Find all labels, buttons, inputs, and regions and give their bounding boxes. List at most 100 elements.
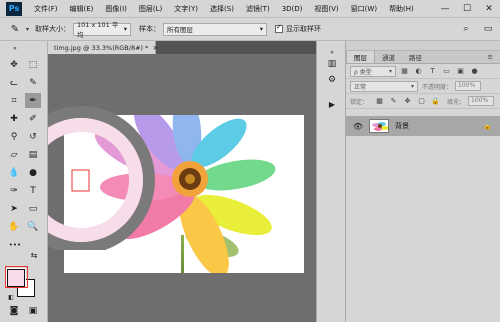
play-icon[interactable]: ▶ xyxy=(324,97,340,111)
more-tools-icon[interactable]: ••• xyxy=(7,237,23,252)
sample-size-value: 101 x 101 平均 xyxy=(77,21,119,39)
path-selection-tool-icon[interactable]: ➤ xyxy=(6,201,22,216)
photoshop-logo: Ps xyxy=(6,1,22,16)
menu-select[interactable]: 选择(S) xyxy=(204,4,240,14)
brush-tool-icon[interactable]: ✐ xyxy=(25,111,41,126)
toolbox: » ✥ ⬚ ᓚ ✎ ⌗ ✒ ✚ ✐ ⚲ ↺ ▱ ▤ 💧 ● ✑ T ➤ ▭ ✋ … xyxy=(0,41,48,322)
eyedropper-tool-icon[interactable]: ✒ xyxy=(25,93,41,108)
menu-file[interactable]: 文件(F) xyxy=(28,4,64,14)
lock-icon: 🔒 xyxy=(483,122,492,130)
layer-filter-value: ρ 类型 xyxy=(354,68,372,76)
window-controls: — ☐ ✕ xyxy=(434,0,500,18)
maximize-button[interactable]: ☐ xyxy=(456,0,478,18)
pen-tool-icon[interactable]: ✑ xyxy=(6,183,22,198)
toolbox-collapse-icon[interactable]: » xyxy=(7,45,23,52)
shape-filter-icon[interactable]: ▭ xyxy=(441,66,452,77)
screen-mode-icon[interactable]: ▣ xyxy=(25,303,41,318)
panel-menu-icon[interactable]: ≡ xyxy=(481,51,500,63)
gradient-tool-icon[interactable]: ▤ xyxy=(25,147,41,162)
menu-view[interactable]: 视图(V) xyxy=(308,4,344,14)
sample-label: 样本： xyxy=(139,25,161,33)
chevron-down-icon: ▾ xyxy=(123,25,128,33)
type-filter-icon[interactable]: T xyxy=(427,66,438,77)
move-tool-icon[interactable]: ✥ xyxy=(6,57,22,72)
blend-mode-value: 正常 xyxy=(354,83,367,91)
adjustment-filter-icon[interactable]: ◐ xyxy=(413,66,424,77)
zoom-tool-icon[interactable]: 🔍 xyxy=(25,219,41,234)
menu-help[interactable]: 帮助(H) xyxy=(383,4,420,14)
smart-object-filter-icon[interactable]: ▣ xyxy=(455,66,466,77)
lock-row: 锁定： ▦ ✎ ✥ ▢ 🔒 填充： 100% xyxy=(346,94,500,109)
pixel-filter-icon[interactable]: ▦ xyxy=(399,66,410,77)
chevron-down-icon: ▾ xyxy=(259,25,264,33)
lock-position-icon[interactable]: ✥ xyxy=(402,96,413,107)
type-tool-icon[interactable]: T xyxy=(25,183,41,198)
sampling-ring xyxy=(48,106,155,250)
sample-size-select[interactable]: 101 x 101 平均 ▾ xyxy=(73,21,132,39)
layer-thumbnail-image xyxy=(372,122,388,131)
chevron-down-icon: ▾ xyxy=(388,67,392,75)
panel-tabs: 图层 通道 路径 ≡ xyxy=(346,51,500,64)
blend-row: 正常 ▾ 不透明度： 100% xyxy=(346,79,500,94)
healing-brush-tool-icon[interactable]: ✚ xyxy=(6,111,22,126)
history-brush-tool-icon[interactable]: ↺ xyxy=(25,129,41,144)
menu-image[interactable]: 图像(I) xyxy=(99,4,133,14)
marquee-tool-icon[interactable]: ⬚ xyxy=(25,57,41,72)
clone-stamp-tool-icon[interactable]: ⚲ xyxy=(6,129,22,144)
menu-layer[interactable]: 图层(L) xyxy=(133,4,168,14)
menu-filter[interactable]: 滤镜(T) xyxy=(240,4,276,14)
layer-row-background[interactable]: 👁 背景 🔒 xyxy=(346,116,500,136)
dodge-tool-icon[interactable]: ● xyxy=(25,165,41,180)
lock-pixels-icon[interactable]: ✎ xyxy=(388,96,399,107)
chevron-down-icon[interactable]: ▾ xyxy=(26,26,29,33)
foreground-color-highlight xyxy=(5,266,28,288)
crop-tool-icon[interactable]: ⌗ xyxy=(6,93,22,108)
layers-panel: 图层 通道 路径 ≡ ρ 类型 ▾ ▦ ◐ T ▭ ▣ ● 正常 ▾ 不透明度：… xyxy=(346,41,500,322)
menu-3d[interactable]: 3D(D) xyxy=(276,5,309,13)
menu-window[interactable]: 窗口(W) xyxy=(345,4,383,14)
sample-value: 所有图层 xyxy=(167,26,194,34)
properties-panel-icon[interactable]: ⚙ xyxy=(324,73,340,87)
lock-artboard-icon[interactable]: ▢ xyxy=(416,96,427,107)
chevron-down-icon: ▾ xyxy=(410,82,414,90)
document-tab[interactable]: timg.jpg @ 33.3%(RGB/8#) * × xyxy=(48,41,158,54)
tab-paths[interactable]: 路径 xyxy=(402,51,429,63)
document-tab-label: timg.jpg @ 33.3%(RGB/8#) * xyxy=(54,43,149,52)
rectangle-tool-icon[interactable]: ▭ xyxy=(25,201,41,216)
sample-select[interactable]: 所有图层 ▾ xyxy=(163,22,268,36)
lock-all-icon[interactable]: 🔒 xyxy=(430,96,441,107)
menu-type[interactable]: 文字(Y) xyxy=(168,4,204,14)
sample-marker xyxy=(71,169,90,192)
quick-mask-icon[interactable]: ◙ xyxy=(6,303,22,318)
layer-filter-select[interactable]: ρ 类型 ▾ xyxy=(350,65,396,77)
layer-filter-row: ρ 类型 ▾ ▦ ◐ T ▭ ▣ ● xyxy=(346,64,500,79)
history-panel-icon[interactable]: ▥ xyxy=(324,57,340,71)
collapsed-panels: « ▥ ⚙ ▶ xyxy=(316,41,346,322)
fill-field[interactable]: 100% xyxy=(468,96,495,106)
lock-transparent-icon[interactable]: ▦ xyxy=(374,96,385,107)
opacity-field[interactable]: 100% xyxy=(455,81,482,91)
tab-channels[interactable]: 通道 xyxy=(375,51,402,63)
eye-icon[interactable]: 👁 xyxy=(351,122,365,131)
sample-size-label: 取样大小： xyxy=(35,25,71,33)
lock-label: 锁定： xyxy=(350,98,369,106)
lasso-tool-icon[interactable]: ᓚ xyxy=(6,75,22,90)
quick-select-tool-icon[interactable]: ✎ xyxy=(25,75,41,90)
opacity-label: 不透明度： xyxy=(422,83,453,91)
filter-toggle-icon[interactable]: ● xyxy=(469,66,480,77)
panel-header xyxy=(346,41,500,51)
show-sampling-ring-checkbox[interactable] xyxy=(275,23,284,33)
swap-colors-icon[interactable]: ⇆ xyxy=(29,248,39,263)
search-icon[interactable]: ⌕ xyxy=(458,22,474,36)
hand-tool-icon[interactable]: ✋ xyxy=(6,219,22,234)
minimize-button[interactable]: — xyxy=(434,0,456,18)
blend-mode-select[interactable]: 正常 ▾ xyxy=(350,80,418,92)
eraser-tool-icon[interactable]: ▱ xyxy=(6,147,22,162)
close-button[interactable]: ✕ xyxy=(478,0,500,18)
close-icon[interactable]: × xyxy=(152,44,158,52)
tab-layers[interactable]: 图层 xyxy=(346,51,375,63)
menu-edit[interactable]: 编辑(E) xyxy=(64,4,100,14)
blur-tool-icon[interactable]: 💧 xyxy=(6,165,22,180)
eyedropper-tool-preset-icon[interactable]: ✎ xyxy=(4,20,26,38)
workspace-icon[interactable]: ▭ xyxy=(480,22,496,36)
